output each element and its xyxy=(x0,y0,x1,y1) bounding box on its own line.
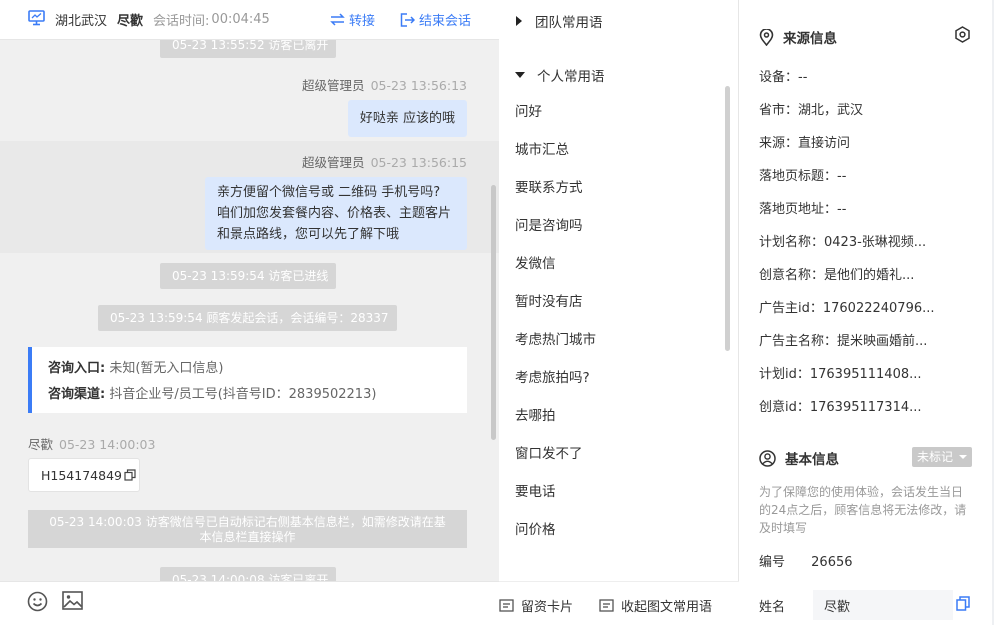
phrase-item[interactable]: 问价格 xyxy=(515,511,596,549)
logout-icon xyxy=(400,12,415,27)
source-info-title: 来源信息 xyxy=(759,27,837,47)
lead-card-button[interactable]: 留资卡片 xyxy=(499,596,573,615)
phrase-item[interactable]: 要联系方式 xyxy=(515,169,596,207)
settings-icon[interactable] xyxy=(954,26,971,47)
personal-phrases-group[interactable]: 个人常用语 xyxy=(515,65,605,85)
source-landing-title: 落地页标题：-- xyxy=(759,169,847,184)
system-message: 05-23 13:59:54 顾客发起会话，会话编号：28337 xyxy=(98,305,397,331)
copy-icon[interactable] xyxy=(956,596,970,615)
source-city: 省市：湖北，武汉 xyxy=(759,103,864,118)
basic-info-title: 基本信息 xyxy=(759,448,839,468)
entry-value: 未知(暂无入口信息) xyxy=(109,361,224,376)
source-device: 设备：-- xyxy=(759,70,808,85)
source-advertiser-name: 广告主名称：提米映画婚前... xyxy=(759,334,928,349)
basic-info-note: 为了保障您的使用体验，会话发生当日的24点之后，顾客信息将无法修改，请及时填写 xyxy=(759,485,967,535)
message-sender: 超级管理员 05-23 13:56:15 xyxy=(302,155,467,170)
phrase-item[interactable]: 城市汇总 xyxy=(515,131,596,169)
chat-message-list[interactable]: 05-23 13:55:52 访客已离开 超级管理员 05-23 13:56:13… xyxy=(0,40,499,581)
system-message: 05-23 14:00:03 访客微信号已自动标记右侧基本信息栏，如需修改请在基… xyxy=(28,510,467,548)
channel-value: 抖音企业号/员工号(抖音号ID：2839502213) xyxy=(109,387,377,402)
message-sender: 超级管理员 05-23 13:56:13 xyxy=(302,78,467,93)
session-time-label: 会话时间: xyxy=(153,14,210,29)
system-message: 05-23 13:55:52 访客已离开 xyxy=(160,40,336,58)
customer-name-input[interactable] xyxy=(813,590,953,620)
quick-phrase-panel: 团队常用语 个人常用语 问好 城市汇总 要联系方式 问是咨询吗 发微信 暂时没有… xyxy=(499,0,739,625)
chat-header: 湖北武汉 尽歡 会话时间: 00:04:45 转接 结束会话 xyxy=(0,0,499,40)
location-pin-icon xyxy=(759,28,774,46)
customer-name-label: 姓名 xyxy=(759,600,786,615)
entry-label: 咨询入口: xyxy=(48,361,106,376)
phrase-item[interactable]: 要电话 xyxy=(515,473,596,511)
phrase-scrollbar[interactable] xyxy=(725,86,730,351)
system-message: 05-23 13:59:54 访客已进线 xyxy=(160,263,336,289)
visitor-sender: 尽歡 05-23 14:00:03 xyxy=(28,437,156,452)
customer-info-panel: 来源信息 设备：-- 省市：湖北，武汉 来源：直接访问 落地页标题：-- 落地页… xyxy=(739,0,994,625)
source-creative-name: 创意名称：是他们的婚礼... xyxy=(759,268,915,283)
phrase-item[interactable]: 去哪拍 xyxy=(515,397,596,435)
phrase-item[interactable]: 问好 xyxy=(515,93,596,131)
emoji-icon[interactable] xyxy=(27,591,48,616)
phrase-item[interactable]: 暂时没有店 xyxy=(515,283,596,321)
phrase-footer: 留资卡片 收起图文常用语 xyxy=(499,581,739,625)
chat-toolbar xyxy=(0,581,499,625)
outgoing-message: 亲方便留个微信号或 二维码 手机号吗? 咱们加您发套餐内容、价格表、主题客片 和… xyxy=(205,177,467,250)
consult-info-card: 咨询入口: 未知(暂无入口信息) 咨询渠道: 抖音企业号/员工号(抖音号ID：2… xyxy=(28,347,467,413)
phrase-item[interactable]: 问是咨询吗 xyxy=(515,207,596,245)
phrase-item[interactable]: 考虑热门城市 xyxy=(515,321,596,359)
customer-id-value: 26656 xyxy=(811,555,853,570)
end-session-button[interactable]: 结束会话 xyxy=(400,10,471,29)
system-message: 05-23 14:00:08 访客已离开 xyxy=(160,567,336,581)
source-plan-id: 计划id：176395111408... xyxy=(759,367,922,382)
team-phrases-group[interactable]: 团队常用语 xyxy=(515,11,603,31)
customer-location: 湖北武汉 xyxy=(55,14,108,29)
channel-label: 咨询渠道: xyxy=(48,387,106,402)
tag-dropdown[interactable]: 未标记 xyxy=(912,447,972,467)
user-circle-icon xyxy=(759,449,776,467)
customer-id-row: 编号 26656 xyxy=(759,551,853,570)
copy-icon[interactable] xyxy=(124,469,136,481)
source-plan-name: 计划名称：0423-张琳视频... xyxy=(759,235,927,250)
phrase-item[interactable]: 发微信 xyxy=(515,245,596,283)
transfer-icon xyxy=(330,13,345,26)
transfer-button[interactable]: 转接 xyxy=(330,10,375,29)
incoming-message: H154174849 xyxy=(28,458,140,492)
chat-scrollbar[interactable] xyxy=(491,185,496,440)
source-creative-id: 创意id：176395117314... xyxy=(759,400,922,415)
transfer-label: 转接 xyxy=(349,14,376,29)
customer-id-label: 编号 xyxy=(759,555,786,570)
phrase-item[interactable]: 考虑旅拍吗? xyxy=(515,359,596,397)
collapse-phrases-button[interactable]: 收起图文常用语 xyxy=(599,596,712,615)
card-icon xyxy=(499,599,514,612)
customer-name: 尽歡 xyxy=(117,14,144,29)
source-channel: 来源：直接访问 xyxy=(759,136,851,151)
caret-down-icon xyxy=(515,72,525,78)
source-advertiser-id: 广告主id：176022240796... xyxy=(759,301,935,316)
message-icon xyxy=(599,599,614,612)
chat-panel: 湖北武汉 尽歡 会话时间: 00:04:45 转接 结束会话 05-23 13:… xyxy=(0,0,499,625)
session-time: 00:04:45 xyxy=(211,12,270,27)
end-session-label: 结束会话 xyxy=(419,14,472,29)
outgoing-message: 好哒亲 应该的哦 xyxy=(347,100,467,137)
phrase-list: 问好 城市汇总 要联系方式 问是咨询吗 发微信 暂时没有店 考虑热门城市 考虑旅… xyxy=(515,93,596,549)
phrase-item[interactable]: 窗口发不了 xyxy=(515,435,596,473)
image-icon[interactable] xyxy=(62,591,83,614)
monitor-icon xyxy=(28,9,45,30)
source-landing-url: 落地页地址：-- xyxy=(759,202,847,217)
caret-right-icon xyxy=(516,16,522,26)
